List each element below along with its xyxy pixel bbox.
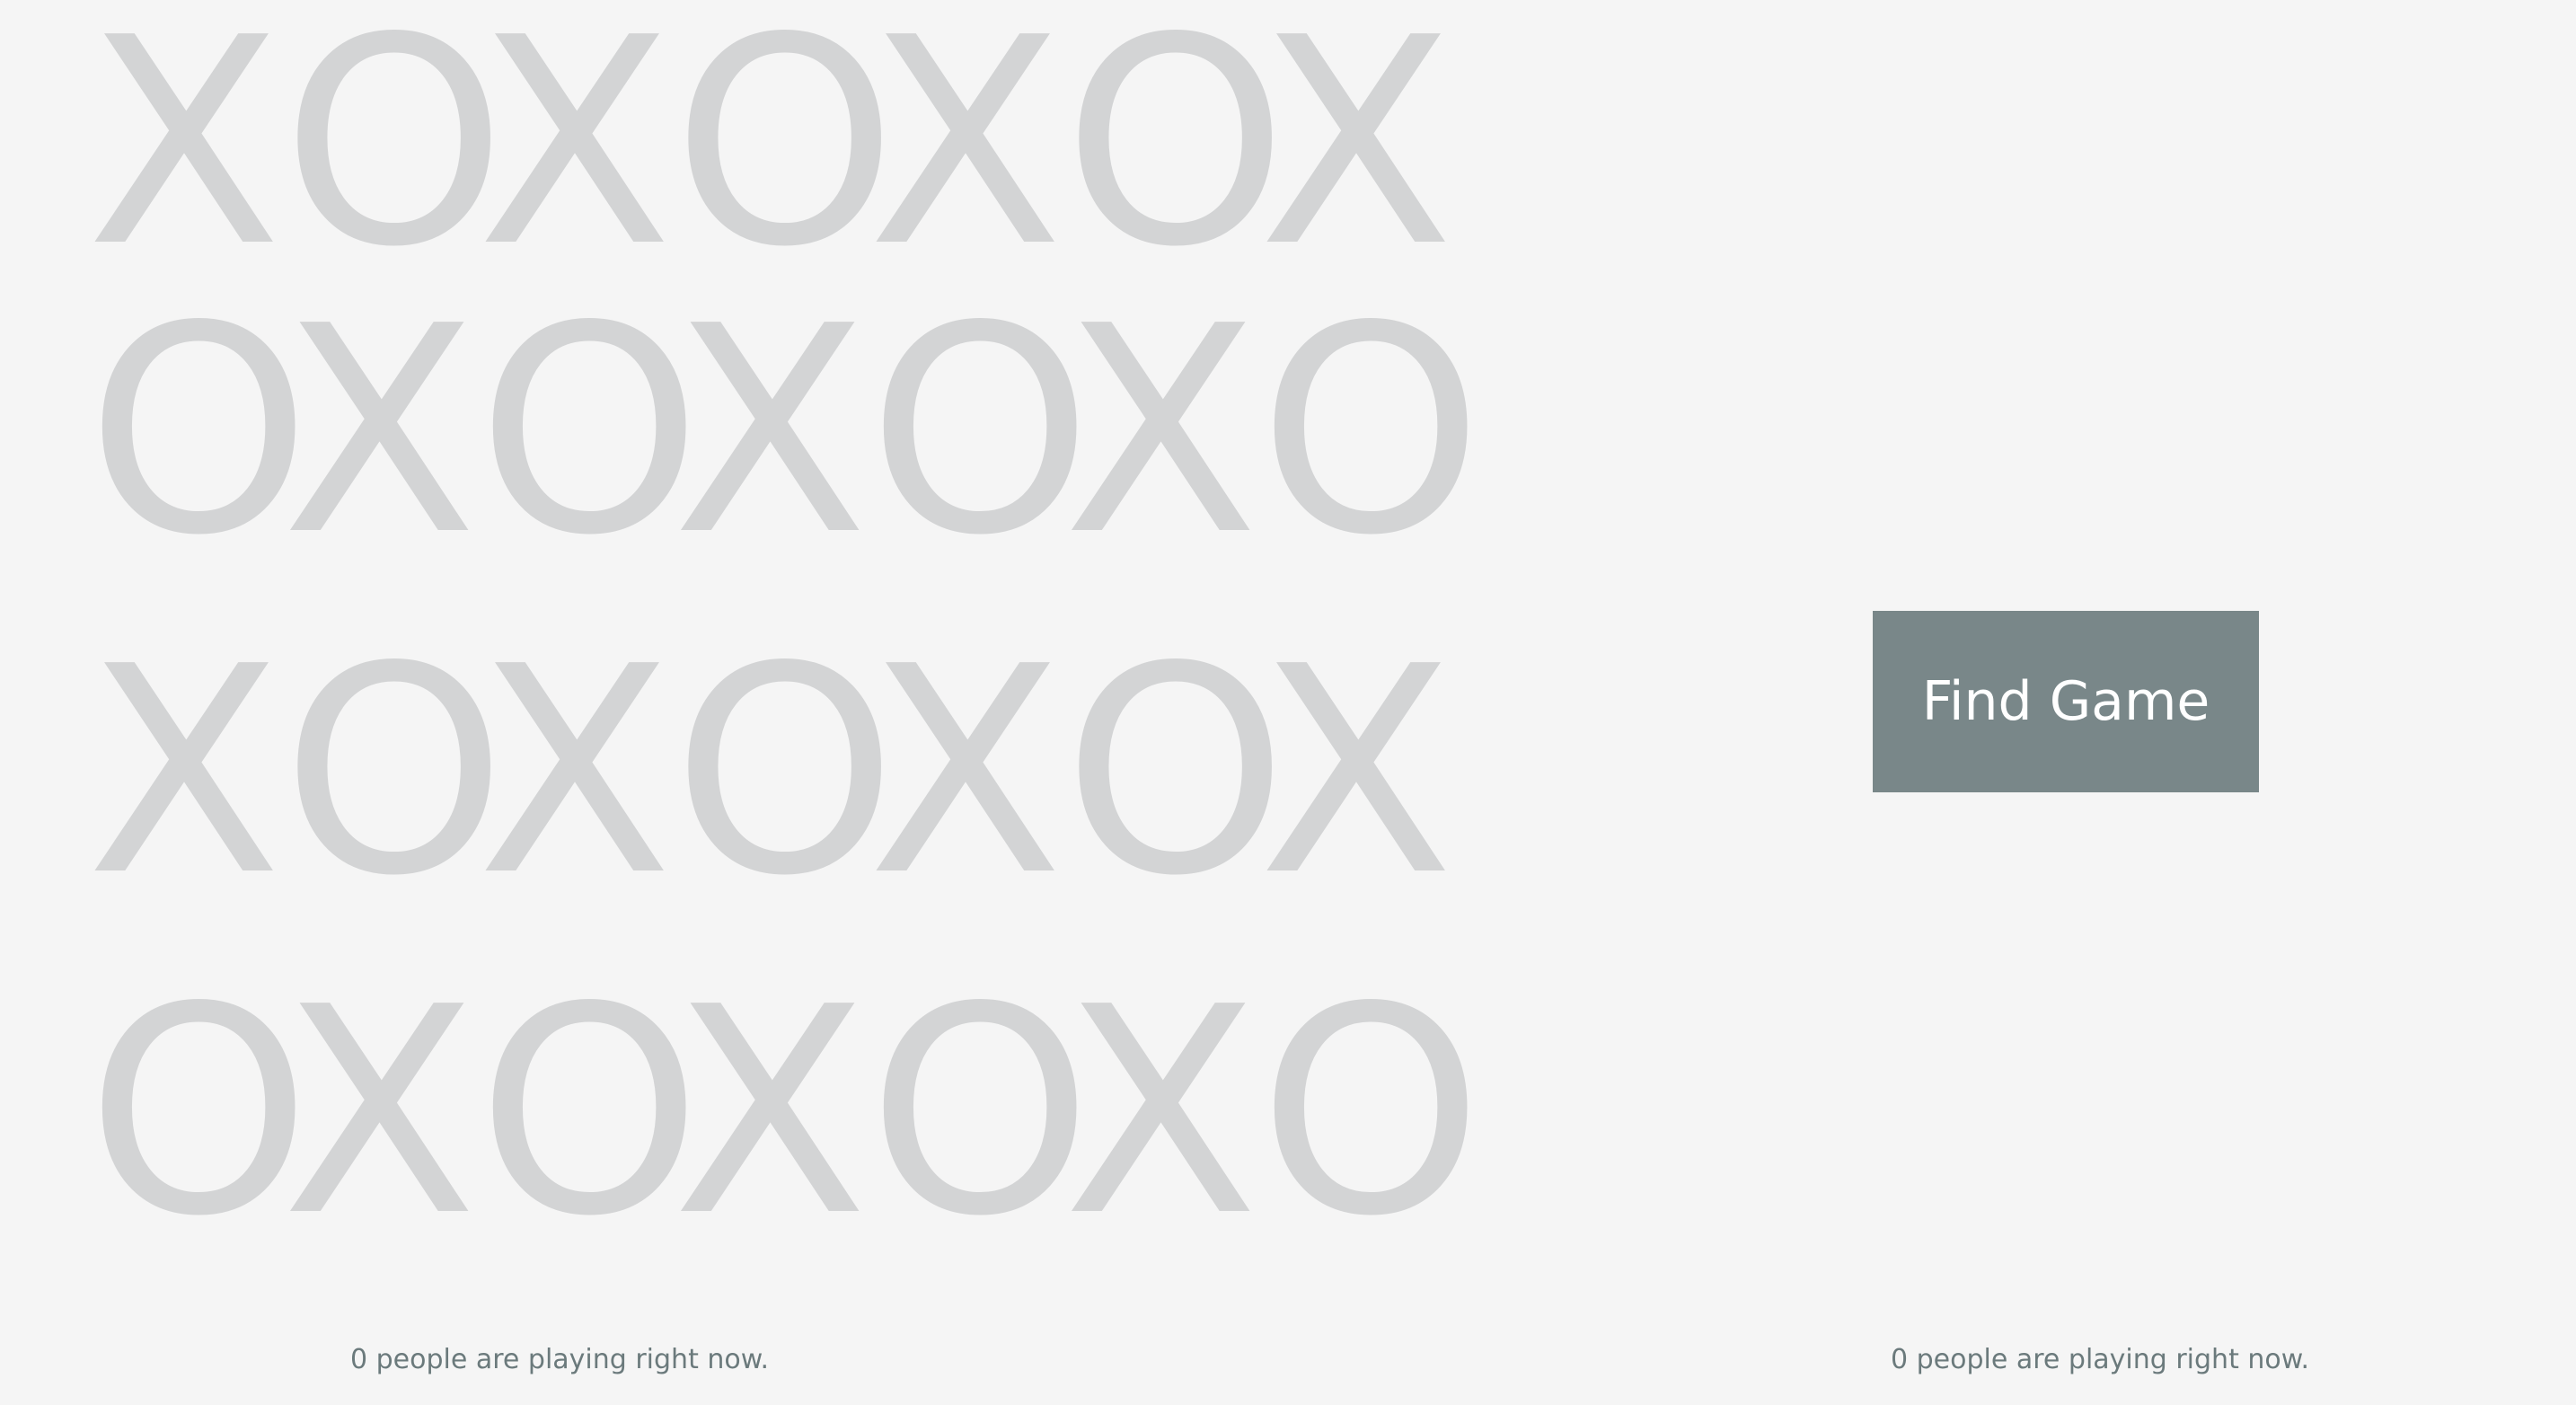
board-letter: X bbox=[672, 945, 869, 1278]
find-game-button[interactable]: Find Game bbox=[1873, 611, 2259, 792]
board-letter: O bbox=[477, 945, 702, 1278]
board-letter: X bbox=[86, 605, 282, 938]
board-row: O X O X O X O bbox=[86, 941, 1484, 1282]
board-letter: O bbox=[86, 945, 312, 1278]
players-online-status: 0 people are playing right now. bbox=[350, 1344, 770, 1375]
board-letter: X bbox=[672, 264, 869, 597]
board-letter: X bbox=[281, 945, 478, 1278]
board-letter: X bbox=[1063, 264, 1259, 597]
board-letter: X bbox=[281, 264, 478, 597]
board-letter: O bbox=[672, 605, 897, 938]
board-letter: O bbox=[672, 0, 897, 309]
board-letter: X bbox=[868, 0, 1063, 309]
board-letter: X bbox=[86, 0, 282, 309]
board-letter: X bbox=[1258, 605, 1454, 938]
board-letter: O bbox=[477, 264, 702, 597]
players-online-status: 0 people are playing right now. bbox=[1891, 1344, 2310, 1375]
board-letter: O bbox=[1063, 605, 1288, 938]
board-letter: O bbox=[1258, 264, 1484, 597]
board-letter: X bbox=[1258, 0, 1454, 309]
board-row: X O X O X O X bbox=[86, 0, 1469, 286]
board-letter: X bbox=[477, 605, 673, 938]
board-letter: X bbox=[868, 605, 1063, 938]
board-letter: O bbox=[868, 945, 1093, 1278]
board-row: O X O X O X O bbox=[86, 261, 1484, 601]
board-letter: X bbox=[1063, 945, 1259, 1278]
board-row: X O X O X O X bbox=[86, 601, 1469, 941]
board-letter: O bbox=[868, 264, 1093, 597]
xo-board: X O X O X O X O X O X O X O X O X O X O … bbox=[86, 0, 1484, 1282]
board-letter: O bbox=[281, 0, 507, 309]
board-letter: O bbox=[1063, 0, 1288, 309]
board-letter: O bbox=[281, 605, 507, 938]
board-letter: O bbox=[1258, 945, 1484, 1278]
board-letter: O bbox=[86, 264, 312, 597]
board-letter: X bbox=[477, 0, 673, 309]
